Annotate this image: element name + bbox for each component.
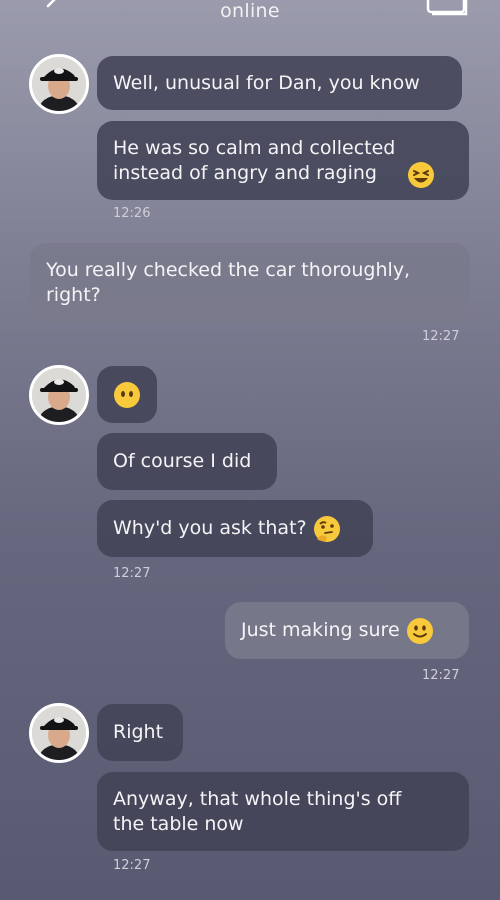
message-timestamp: 12:27 (422, 329, 460, 344)
gallery-icon (426, 0, 468, 16)
message-timestamp: 12:27 (422, 668, 460, 683)
avatar-man-black-cap (32, 368, 86, 422)
laughing-face-emoji (408, 162, 434, 188)
chat-header: online (0, 0, 500, 30)
message-bubble-incoming[interactable]: Right (97, 704, 183, 761)
message-text: Why'd you ask that? (113, 517, 307, 539)
message-bubble-incoming[interactable]: Anyway, that whole thing's off the table… (97, 772, 469, 851)
avatar-man-black-cap (32, 706, 86, 760)
avatar-man-black-cap (32, 57, 86, 111)
message-bubble-outgoing[interactable]: Just making sure (225, 602, 469, 659)
message-bubble-outgoing[interactable]: You really checked the car thoroughly, r… (30, 243, 470, 322)
message-timestamp: 12:26 (113, 206, 151, 221)
message-timestamp: 12:27 (113, 858, 151, 873)
message-timestamp: 12:27 (113, 566, 151, 581)
message-text: Right (113, 721, 164, 743)
thinking-face-emoji (313, 515, 340, 542)
message-bubble-incoming[interactable]: Well, unusual for Dan, you know (97, 56, 462, 110)
message-text: He was so calm and collected instead of … (113, 136, 396, 184)
message-bubble-incoming[interactable]: Why'd you ask that? (97, 500, 373, 557)
slightly-smiling-face-emoji (406, 617, 433, 644)
message-bubble-incoming[interactable]: He was so calm and collected instead of … (97, 121, 469, 200)
contact-avatar[interactable] (29, 365, 89, 425)
message-bubble-incoming[interactable] (97, 366, 157, 423)
message-text: You really checked the car thoroughly, r… (46, 258, 411, 306)
face-without-mouth-emoji (114, 381, 140, 408)
message-text: Of course I did (113, 450, 252, 472)
message-text: Just making sure (241, 619, 400, 641)
contact-avatar[interactable] (29, 54, 89, 114)
message-text: Anyway, that whole thing's off the table… (113, 787, 402, 835)
message-text: Well, unusual for Dan, you know (113, 71, 420, 94)
gallery-button[interactable] (424, 0, 470, 18)
contact-avatar[interactable] (29, 703, 89, 763)
message-bubble-incoming[interactable]: Of course I did (97, 433, 277, 490)
